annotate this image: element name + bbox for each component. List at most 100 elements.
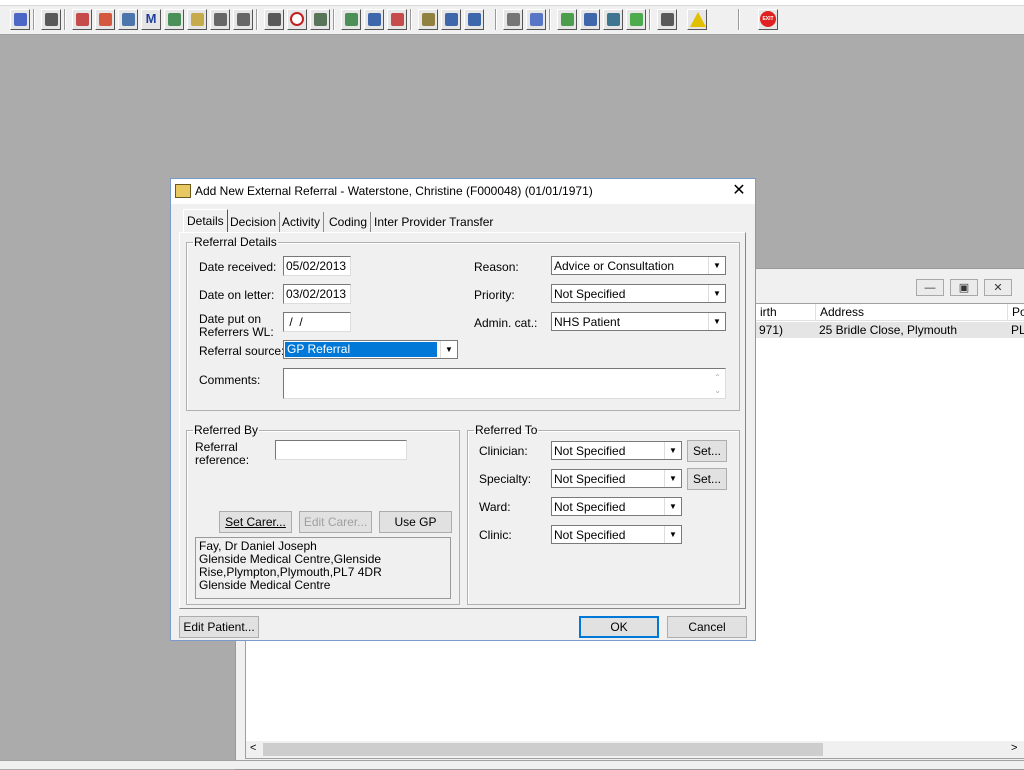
toolbar-button-23[interactable] <box>580 9 600 30</box>
priority-select[interactable]: Not Specified ▼ <box>551 284 726 303</box>
toolbar-button-25[interactable] <box>626 9 646 30</box>
cancel-button[interactable]: Cancel <box>667 616 747 638</box>
scroll-right-icon[interactable]: > <box>1011 742 1017 754</box>
chevron-down-icon[interactable]: ▼ <box>708 313 725 330</box>
table-row[interactable]: 971) 25 Bridle Close, Plymouth PL <box>756 322 1024 338</box>
admin-cat-select[interactable]: NHS Patient ▼ <box>551 312 726 331</box>
edit-patient-button[interactable]: Edit Patient... <box>179 616 259 638</box>
toolbar-button-6[interactable]: M <box>141 9 161 30</box>
specialty-select[interactable]: Not Specified ▼ <box>551 469 682 488</box>
ward-select[interactable]: Not Specified ▼ <box>551 497 682 516</box>
toolbar-separator <box>649 9 651 30</box>
set-clinician-button[interactable]: Set... <box>687 440 727 462</box>
chevron-down-icon[interactable]: ▼ <box>664 498 681 515</box>
toolbar-button-15[interactable] <box>364 9 384 30</box>
toolbar-button-17[interactable] <box>418 9 438 30</box>
search-doc-icon <box>268 13 281 26</box>
date-put-on-wl-field[interactable]: / / <box>283 312 351 332</box>
maximize-icon: ▣ <box>958 282 970 294</box>
referral-source-label: Referral source: <box>199 344 285 358</box>
chevron-down-icon[interactable]: ▼ <box>708 257 725 274</box>
chevron-down-icon[interactable]: ▼ <box>664 526 681 543</box>
cell-postcode: PL <box>1011 323 1024 337</box>
reason-label: Reason: <box>474 260 519 274</box>
toolbar-button-21[interactable] <box>526 9 546 30</box>
column-header-address[interactable]: Address <box>816 304 1008 321</box>
toolbar-button-13[interactable] <box>310 9 330 30</box>
use-gp-button[interactable]: Use GP <box>379 511 452 533</box>
column-header-postcode[interactable]: Po <box>1008 304 1024 321</box>
toolbar-button-16[interactable] <box>387 9 407 30</box>
date-on-letter-field[interactable]: 03/02/2013 <box>283 284 351 304</box>
edit-carer-button[interactable]: Edit Carer... <box>299 511 372 533</box>
scroll-left-icon[interactable]: < <box>250 742 256 754</box>
admin-cat-label: Admin. cat.: <box>474 316 538 330</box>
toolbar-button-26[interactable] <box>657 9 677 30</box>
toolbar-button-11[interactable] <box>264 9 284 30</box>
monitor-icon <box>314 13 327 26</box>
maximize-button[interactable]: ▣ <box>950 279 978 296</box>
users-icon <box>14 13 27 26</box>
document-grid-icon <box>122 13 135 26</box>
chevron-down-icon[interactable]: ▼ <box>440 341 457 358</box>
reason-select[interactable]: Advice or Consultation ▼ <box>551 256 726 275</box>
toolbar-button-7[interactable] <box>164 9 184 30</box>
scroll-up-icon[interactable]: ⌃ <box>714 371 721 385</box>
toolbar-button-5[interactable] <box>118 9 138 30</box>
ok-button[interactable]: OK <box>579 616 659 638</box>
scrollbar-thumb[interactable] <box>263 743 823 756</box>
toolbar-button-18[interactable] <box>441 9 461 30</box>
dialog-title-bar[interactable]: Add New External Referral - Waterstone, … <box>171 179 755 204</box>
close-window-button[interactable]: ✕ <box>984 279 1012 296</box>
dial-icon <box>391 13 404 26</box>
tab-activity[interactable]: Activity <box>279 212 325 232</box>
horizontal-scrollbar[interactable]: < > <box>246 741 1024 758</box>
toolbar-button-28[interactable]: EXIT <box>758 9 778 30</box>
checklist-icon <box>584 13 597 26</box>
toolbar-button-27[interactable] <box>687 9 707 30</box>
comments-textarea[interactable]: ⌃ ⌄ <box>283 368 726 399</box>
toolbar-button-14[interactable] <box>341 9 361 30</box>
clinic-select[interactable]: Not Specified ▼ <box>551 525 682 544</box>
toolbar-button-12[interactable] <box>287 9 307 30</box>
chevron-down-icon[interactable]: ▼ <box>664 442 681 459</box>
column-header-birth[interactable]: irth <box>756 304 816 321</box>
tab-coding[interactable]: Coding <box>326 212 372 232</box>
toolbar-button-2[interactable] <box>41 9 61 30</box>
referral-reference-field[interactable] <box>275 440 407 460</box>
scroll-down-icon[interactable]: ⌄ <box>714 384 721 398</box>
checklist-green-icon <box>630 13 643 26</box>
printer-icon <box>45 13 58 26</box>
gp-address-box: Fay, Dr Daniel Joseph Glenside Medical C… <box>195 537 451 599</box>
date-received-field[interactable]: 05/02/2013 <box>283 256 351 276</box>
toolbar-button-20[interactable] <box>503 9 523 30</box>
minimize-button[interactable]: — <box>916 279 944 296</box>
clinician-select[interactable]: Not Specified ▼ <box>551 441 682 460</box>
toolbar-button-8[interactable] <box>187 9 207 30</box>
cell-birth: 971) <box>759 323 784 337</box>
dialog-close-button[interactable]: ✕ <box>729 181 749 201</box>
tab-inter-provider-transfer[interactable]: Inter Provider Transfer <box>371 212 496 232</box>
toolbar-button-1[interactable] <box>10 9 30 30</box>
toolbar-button-4[interactable] <box>95 9 115 30</box>
tab-details[interactable]: Details <box>183 209 228 233</box>
set-specialty-button[interactable]: Set... <box>687 468 727 490</box>
toolbar-button-9[interactable] <box>210 9 230 30</box>
edit-carer-label: Edit Carer... <box>303 515 368 529</box>
m-icon: M <box>145 11 157 26</box>
toolbar-button-19[interactable] <box>464 9 484 30</box>
set-clinician-label: Set... <box>692 444 721 458</box>
gp-practice: Glenside Medical Centre <box>199 578 331 592</box>
toolbar-button-22[interactable] <box>557 9 577 30</box>
toolbar-button-24[interactable] <box>603 9 623 30</box>
referral-source-select[interactable]: GP Referral ▼ <box>283 340 458 359</box>
chevron-down-icon[interactable]: ▼ <box>664 470 681 487</box>
chevron-down-icon[interactable]: ▼ <box>708 285 725 302</box>
tab-decision[interactable]: Decision <box>227 212 281 232</box>
toolbar-separator <box>738 9 740 30</box>
toolbar-separator <box>495 9 497 30</box>
toolbar-button-10[interactable] <box>233 9 253 30</box>
toolbar-button-3[interactable] <box>72 9 92 30</box>
set-carer-button[interactable]: Set Carer... <box>219 511 292 533</box>
warning-icon <box>690 12 706 27</box>
